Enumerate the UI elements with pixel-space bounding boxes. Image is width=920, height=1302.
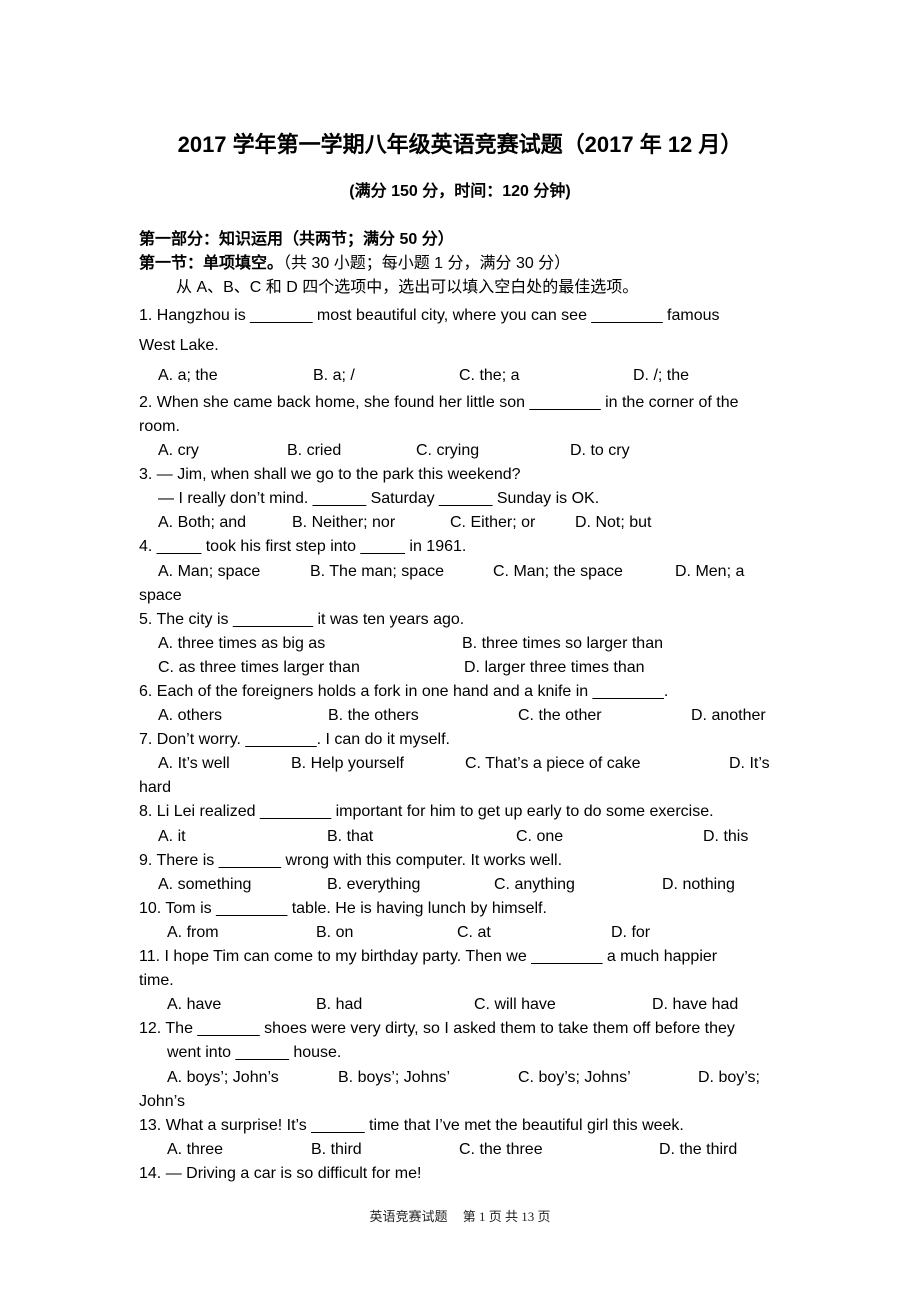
question-2-option-b: B. cried	[287, 442, 342, 459]
question-4-option-d: D. Men; a	[675, 563, 745, 580]
section-note: （共 30 小题；每小题 1 分，满分 30 分）	[283, 255, 571, 272]
question-10-line-1: 10. Tom is ________ table. He is having …	[139, 900, 547, 917]
footer-label: 英语竞赛试题	[369, 1209, 448, 1224]
question-8-option-a: A. it	[158, 828, 186, 845]
question-12-line-1: 12. The _______ shoes were very dirty, s…	[139, 1020, 735, 1037]
question-13-option-d: D. the third	[659, 1141, 738, 1158]
question-12-option-a: A. boys’; John’s	[167, 1069, 279, 1086]
question-4-option-wrap: space	[139, 587, 182, 604]
question-2-line-2: room.	[139, 418, 180, 435]
question-12-line-2: went into ______ house.	[167, 1044, 342, 1061]
question-9-option-a: A. something	[158, 876, 252, 893]
section-heading-line: 第一节：单项填空。（共 30 小题；每小题 1 分，满分 30 分）	[139, 254, 570, 274]
exam-title: 2017 学年第一学期八年级英语竞赛试题（2017 年 12 月）	[177, 132, 743, 157]
question-10-option-b: B. on	[316, 924, 354, 941]
question-9-option-b: B. everything	[327, 876, 421, 893]
question-7-line-1: 7. Don’t worry. ________. I can do it my…	[139, 731, 450, 748]
question-11-option-b: B. had	[316, 996, 363, 1013]
question-5-option-c: C. as three times larger than	[158, 659, 360, 676]
question-8-option-d: D. this	[703, 828, 749, 845]
question-5-option-a: A. three times as big as	[158, 635, 326, 652]
question-11-option-d: D. have had	[652, 996, 739, 1013]
question-1-option-b: B. a; /	[313, 367, 355, 384]
question-3-option-c: C. Either; or	[450, 514, 536, 531]
question-1-option-c: C. the; a	[459, 367, 520, 384]
question-7-option-b: B. Help yourself	[291, 755, 404, 772]
question-7-option-d: D. It’s	[729, 755, 770, 772]
question-12-option-d: D. boy’s;	[698, 1069, 760, 1086]
exam-subtitle: (满分 150 分，时间：120 分钟)	[349, 183, 571, 200]
question-3-option-b: B. Neither; nor	[292, 514, 396, 531]
question-4-option-c: C. Man; the space	[493, 563, 623, 580]
question-1-option-d: D. /; the	[633, 367, 690, 384]
question-8-option-b: B. that	[327, 828, 374, 845]
question-8-line-1: 8. Li Lei realized ________ important fo…	[139, 803, 714, 820]
question-11-line-1: 11. I hope Tim can come to my birthday p…	[139, 948, 718, 965]
question-12-option-wrap: John’s	[139, 1093, 185, 1110]
question-5-line-1: 5. The city is _________ it was ten year…	[139, 611, 465, 628]
question-4-option-a: A. Man; space	[158, 563, 261, 580]
question-6-option-d: D. another	[691, 707, 766, 724]
question-3-line-1: 3. — Jim, when shall we go to the park t…	[139, 466, 521, 483]
question-3-option-a: A. Both; and	[158, 514, 247, 531]
question-12-option-c: C. boy’s; Johns’	[518, 1069, 631, 1086]
question-7-option-c: C. That’s a piece of cake	[465, 755, 641, 772]
question-2-line-1: 2. When she came back home, she found he…	[139, 394, 739, 411]
question-13-option-a: A. three	[167, 1141, 224, 1158]
question-12-option-b: B. boys’; Johns’	[338, 1069, 451, 1086]
question-4-option-b: B. The man; space	[310, 563, 444, 580]
part-heading: 第一部分：知识运用（共两节；满分 50 分）	[139, 231, 454, 248]
question-9-option-c: C. anything	[494, 876, 575, 893]
question-11-option-a: A. have	[167, 996, 222, 1013]
question-9-line-1: 9. There is _______ wrong with this comp…	[139, 852, 563, 869]
question-8-option-c: C. one	[516, 828, 564, 845]
question-2-option-d: D. to cry	[570, 442, 630, 459]
question-7-option-wrap: hard	[139, 779, 172, 796]
question-14-line-1: 14. — Driving a car is so difficult for …	[139, 1165, 422, 1182]
question-2-option-c: C. crying	[416, 442, 480, 459]
question-6-line-1: 6. Each of the foreigners holds a fork i…	[139, 683, 669, 700]
question-10-option-c: C. at	[457, 924, 491, 941]
question-11-line-2: time.	[139, 972, 174, 989]
section-heading: 第一节：单项填空。	[139, 255, 284, 272]
question-6-option-a: A. others	[158, 707, 223, 724]
question-1-line-1: 1. Hangzhou is _______ most beautiful ci…	[139, 307, 720, 324]
question-1-line-2: West Lake.	[139, 337, 219, 354]
question-7-option-a: A. It’s well	[158, 755, 230, 772]
question-13-line-1: 13. What a surprise! It’s ______ time th…	[139, 1117, 684, 1134]
question-9-option-d: D. nothing	[662, 876, 735, 893]
question-5-option-b: B. three times so larger than	[462, 635, 663, 652]
question-5-option-d: D. larger three times than	[464, 659, 645, 676]
question-3-option-d: D. Not; but	[575, 514, 652, 531]
page-footer: 英语竞赛试题 第 1 页 共 13 页	[0, 1206, 920, 1225]
question-1-option-a: A. a; the	[158, 367, 218, 384]
question-10-option-d: D. for	[611, 924, 651, 941]
question-6-option-b: B. the others	[328, 707, 419, 724]
question-3-line-2: — I really don’t mind. ______ Saturday _…	[158, 490, 600, 507]
footer-page-number: 第 1 页 共 13 页	[462, 1209, 551, 1224]
question-10-option-a: A. from	[167, 924, 219, 941]
question-6-option-c: C. the other	[518, 707, 602, 724]
question-13-option-b: B. third	[311, 1141, 362, 1158]
question-2-option-a: A. cry	[158, 442, 199, 459]
question-11-option-c: C. will have	[474, 996, 556, 1013]
exam-page: 2017 学年第一学期八年级英语竞赛试题（2017 年 12 月） (满分 15…	[0, 0, 920, 1302]
question-13-option-c: C. the three	[459, 1141, 543, 1158]
instruction: 从 A、B、C 和 D 四个选项中，选出可以填入空白处的最佳选项。	[176, 279, 639, 296]
question-4-line-1: 4. _____ took his first step into _____ …	[139, 538, 467, 555]
